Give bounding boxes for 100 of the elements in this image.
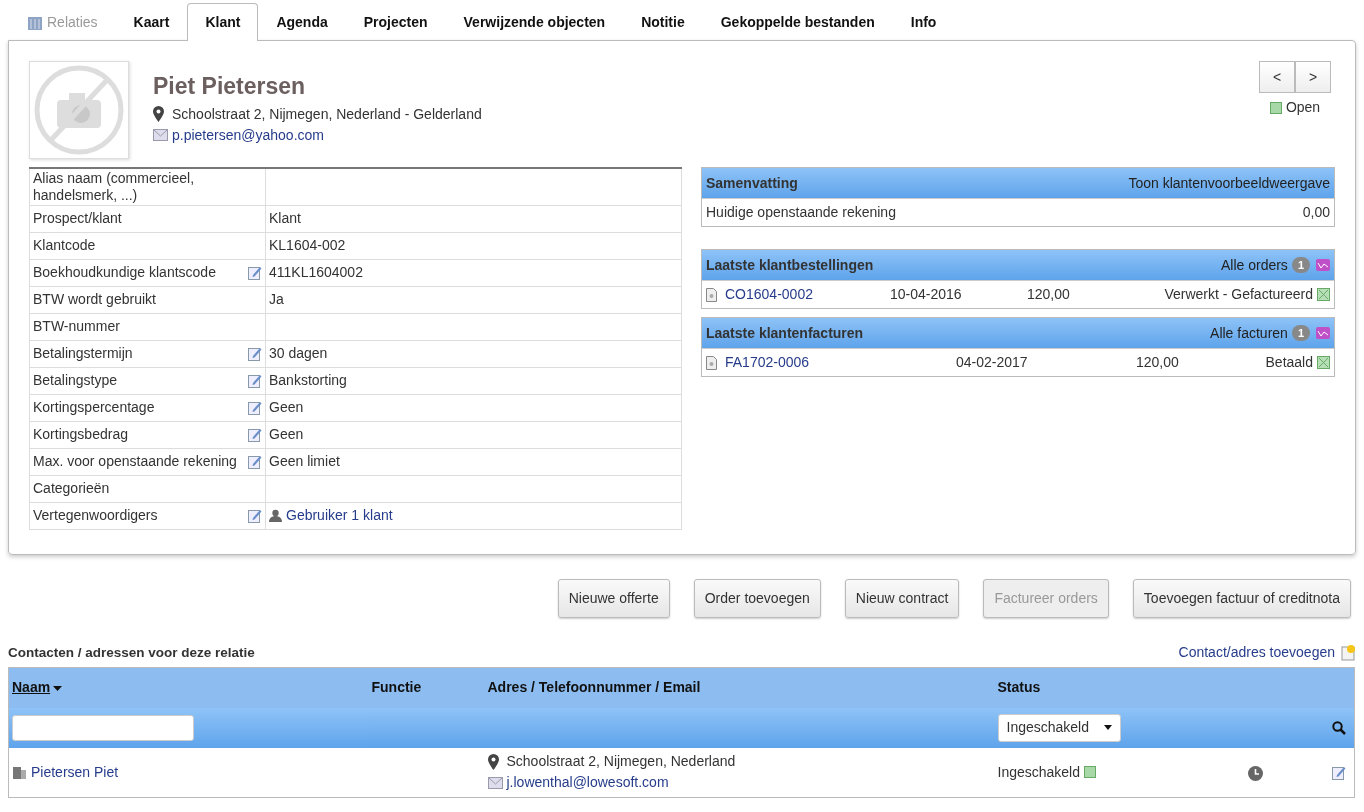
field-label: Prospect/klant: [33, 210, 122, 227]
clock-icon[interactable]: [1247, 765, 1263, 781]
previous-button[interactable]: <: [1259, 61, 1295, 93]
user-icon: [269, 509, 282, 523]
next-button[interactable]: >: [1295, 61, 1331, 93]
chart-icon[interactable]: [1316, 327, 1330, 339]
reference-link[interactable]: CO1604-0002: [725, 284, 813, 305]
document-icon: [706, 355, 717, 370]
add-contact-link[interactable]: Contact/adres toevoegen: [1178, 642, 1335, 663]
status-text: Ingeschakeld: [997, 762, 1080, 782]
date-text: 10-04-2016: [890, 285, 963, 304]
field-label: Kortingspercentage: [33, 399, 155, 416]
panel-title: Laatste klantbestellingen: [706, 255, 874, 275]
field-value: KL1604-002: [269, 237, 346, 254]
action-button[interactable]: Nieuw contract: [844, 579, 960, 618]
amount-text: 120,00: [1136, 353, 1179, 372]
tab[interactable]: Verwijzende objecten: [445, 3, 624, 40]
status-icon: [1269, 101, 1282, 114]
address-text: Schoolstraat 2, Nijmegen, Nederland: [506, 752, 736, 772]
column-header: Adres / Telefoonnummer / Email: [487, 679, 701, 696]
edit-icon[interactable]: [248, 508, 262, 523]
map-pin-icon: [487, 753, 499, 770]
count-badge: 1: [1291, 256, 1310, 274]
map-pin-icon: [153, 106, 164, 122]
no-photo-icon: [29, 61, 129, 159]
email-link[interactable]: j.lowenthal@lowesoft.com: [506, 772, 669, 794]
panel-title: Samenvatting: [706, 173, 798, 193]
all-link[interactable]: Alle facturen: [1210, 322, 1288, 344]
amount-text: 120,00: [1027, 285, 1070, 304]
status-text: Verwerkt - Gefactureerd: [1164, 285, 1313, 304]
status-text: Open: [1285, 98, 1321, 117]
field-label: Kortingsbedrag: [33, 426, 128, 443]
caret-icon: [53, 686, 63, 692]
building-icon: [12, 765, 27, 780]
user-link[interactable]: Gebruiker 1 klant: [286, 507, 393, 524]
field-label: Vertegenwoordigers: [33, 507, 158, 524]
edit-icon[interactable]: [248, 454, 262, 469]
edit-icon[interactable]: [248, 265, 262, 280]
count-badge: 1: [1291, 324, 1310, 342]
field-label: Klantcode: [33, 237, 96, 254]
edit-icon[interactable]: [248, 373, 262, 388]
panel-title: Laatste klantenfacturen: [706, 323, 864, 343]
status-icon: [1084, 766, 1096, 779]
chart-icon[interactable]: [1316, 259, 1330, 271]
field-value: Geen: [269, 399, 304, 416]
column-header: Status: [997, 679, 1041, 696]
field-value: Klant: [269, 210, 301, 227]
tab[interactable]: Projecten: [345, 3, 446, 40]
email-link[interactable]: p.pietersen@yahoo.com: [172, 124, 324, 146]
tab[interactable]: Klant: [187, 3, 259, 41]
amount-text: 0,00: [1302, 203, 1330, 222]
field-value: Geen limiet: [269, 453, 340, 470]
field-value: Geen: [269, 426, 304, 443]
field-label: Boekhoudkundige klantscode: [33, 264, 216, 281]
field-value: Ja: [269, 291, 284, 308]
status-dropdown[interactable]: Ingeschakeld: [997, 713, 1121, 742]
status-text: Betaald: [1265, 353, 1313, 372]
envelope-icon: [153, 129, 168, 141]
edit-icon[interactable]: [248, 427, 262, 442]
section-title: Contacten / adressen voor deze relatie: [8, 643, 255, 662]
edit-icon[interactable]: [1332, 766, 1346, 781]
envelope-icon: [487, 776, 503, 789]
all-link[interactable]: Alle orders: [1220, 254, 1288, 276]
building-icon: [27, 15, 43, 30]
field-label: BTW-nummer: [33, 318, 120, 335]
column-sort-link[interactable]: Naam: [12, 679, 63, 696]
reference-link[interactable]: FA1702-0006: [725, 352, 810, 373]
field-label: Max. voor openstaande rekening: [33, 453, 237, 470]
field-label: Categorieën: [33, 480, 110, 497]
search-icon[interactable]: [1332, 721, 1346, 736]
new-document-icon: [1339, 644, 1356, 661]
document-icon: [706, 287, 717, 302]
caret-icon: [1103, 725, 1112, 730]
date-text: 04-02-2017: [956, 353, 1029, 372]
tab[interactable]: Kaart: [115, 3, 188, 40]
contact-link[interactable]: Pietersen Piet: [31, 761, 119, 783]
action-button[interactable]: Nieuwe offerte: [557, 579, 670, 618]
field-label: Alias naam (commercieel, handelsmerk, ...): [33, 170, 196, 204]
field-value: 411KL1604002: [269, 264, 363, 281]
action-button[interactable]: Order toevoegen: [693, 579, 821, 618]
field-label: Betalingstype: [33, 372, 118, 389]
field-value: 30 dagen: [269, 345, 328, 362]
action-button[interactable]: Toevoegen factuur of creditnota: [1132, 579, 1351, 618]
tab[interactable]: Notitie: [623, 3, 703, 40]
address-text: Schoolstraat 2, Nijmegen, Nederland - Gelderland: [172, 104, 482, 124]
summary-label: Huidige openstaande rekening: [706, 203, 896, 222]
name-filter-field[interactable]: [12, 714, 194, 741]
status-icon: [1317, 288, 1330, 301]
tab[interactable]: Info: [892, 3, 955, 40]
tab[interactable]: Gekoppelde bestanden: [702, 3, 893, 40]
column-header: Functie: [371, 679, 422, 696]
field-label: Betalingstermijn: [33, 345, 133, 362]
field-value: Bankstorting: [269, 372, 347, 389]
field-label: BTW wordt gebruikt: [33, 291, 156, 308]
preview-link[interactable]: Toon klantenvoorbeeldweergave: [1128, 172, 1330, 194]
customer-name: Piet Pietersen: [153, 72, 307, 101]
edit-icon[interactable]: [248, 346, 262, 361]
edit-icon[interactable]: [248, 400, 262, 415]
status-icon: [1317, 356, 1330, 369]
tab[interactable]: Agenda: [258, 3, 346, 40]
